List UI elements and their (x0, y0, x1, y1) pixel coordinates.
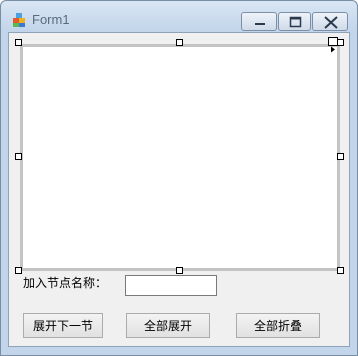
title-bar[interactable]: Form1 (1, 1, 357, 31)
resize-grip-top-right[interactable] (337, 39, 344, 46)
smart-tag-arrow-icon (331, 46, 335, 53)
collapse-all-button[interactable]: 全部折叠 (236, 313, 320, 338)
close-icon (324, 16, 338, 29)
resize-grip-bottom-left[interactable] (15, 267, 22, 274)
tree-view[interactable] (20, 44, 340, 271)
minimize-button[interactable] (241, 12, 277, 31)
smart-tag-button[interactable] (328, 37, 338, 53)
resize-grip-left[interactable] (15, 153, 22, 160)
app-icon (13, 13, 25, 27)
maximize-button[interactable] (278, 12, 311, 31)
close-button[interactable] (312, 12, 348, 31)
resize-grip-bottom[interactable] (176, 267, 183, 274)
resize-grip-top[interactable] (176, 39, 183, 46)
maximize-icon (289, 16, 302, 28)
resize-grip-right[interactable] (337, 153, 344, 160)
form-client-area: 加入节点名称： 展开下一节 全部展开 全部折叠 (8, 32, 350, 347)
resize-grip-top-left[interactable] (15, 39, 22, 46)
window-title: Form1 (32, 12, 70, 27)
minimize-icon (255, 23, 265, 25)
node-name-input[interactable] (125, 275, 217, 296)
resize-grip-bottom-right[interactable] (337, 267, 344, 274)
expand-all-button[interactable]: 全部展开 (126, 313, 210, 338)
form-window: Form1 加入节点名称： 展开下一节 全部展开 全部折叠 (0, 0, 358, 356)
expand-next-button[interactable]: 展开下一节 (23, 313, 103, 338)
node-name-label: 加入节点名称： (23, 276, 108, 290)
